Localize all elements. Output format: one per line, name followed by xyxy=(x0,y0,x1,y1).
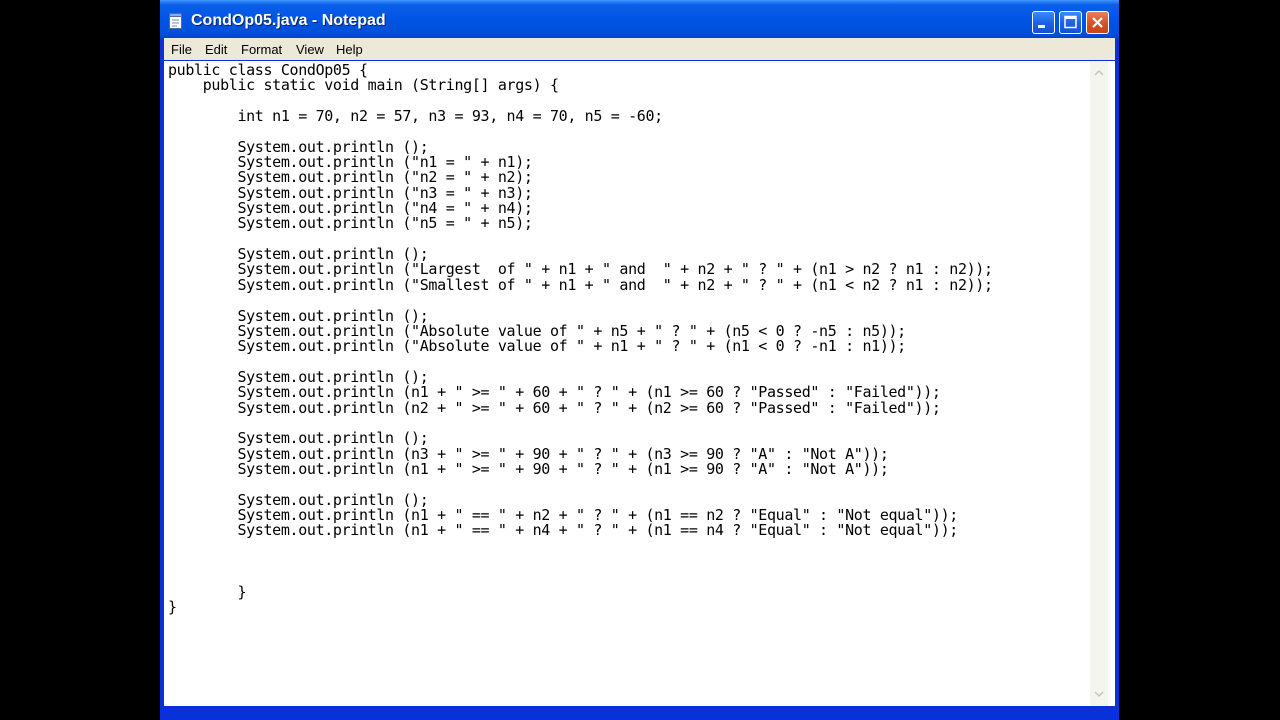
code-line[interactable]: System.out.println (n1 + " == " + n4 + "… xyxy=(168,522,993,538)
scroll-down-icon[interactable] xyxy=(1090,685,1108,702)
title-bar[interactable]: CondOp05.java - Notepad xyxy=(160,0,1119,40)
maximize-icon xyxy=(1064,15,1077,29)
code-text[interactable]: public class CondOp05 { public static vo… xyxy=(168,62,993,615)
text-editor[interactable]: public class CondOp05 { public static vo… xyxy=(164,61,1115,706)
menu-file[interactable]: File xyxy=(171,42,192,57)
code-line[interactable]: System.out.println ("Smallest of " + n1 … xyxy=(168,277,993,293)
menu-help[interactable]: Help xyxy=(336,42,363,57)
code-line[interactable]: } xyxy=(168,599,993,615)
code-line[interactable]: System.out.println (n2 + " >= " + 60 + "… xyxy=(168,400,993,416)
code-line[interactable] xyxy=(168,554,993,569)
code-line[interactable]: public static void main (String[] args) … xyxy=(168,77,993,93)
close-button[interactable] xyxy=(1086,11,1109,34)
code-line[interactable]: int n1 = 70, n2 = 57, n3 = 93, n4 = 70, … xyxy=(168,108,993,124)
window-title: CondOp05.java - Notepad xyxy=(191,12,386,29)
menu-format[interactable]: Format xyxy=(241,42,282,57)
code-line[interactable]: System.out.println ("Absolute value of "… xyxy=(168,338,993,354)
code-line[interactable]: } xyxy=(168,584,993,600)
maximize-button[interactable] xyxy=(1059,11,1082,34)
window-bottom-border xyxy=(160,706,1119,720)
menu-edit[interactable]: Edit xyxy=(205,42,227,57)
code-line[interactable] xyxy=(168,569,993,584)
code-line[interactable] xyxy=(168,539,993,554)
notepad-icon xyxy=(169,13,182,29)
code-line[interactable]: System.out.println ("n5 = " + n5); xyxy=(168,216,993,232)
minimize-icon xyxy=(1038,25,1045,28)
scroll-up-icon[interactable] xyxy=(1090,65,1108,82)
notepad-window: CondOp05.java - Notepad File Edit Format… xyxy=(160,0,1119,720)
menu-bar: File Edit Format View Help xyxy=(164,38,1115,60)
menu-view[interactable]: View xyxy=(296,42,324,57)
vertical-scrollbar[interactable] xyxy=(1090,61,1108,706)
minimize-button[interactable] xyxy=(1032,11,1055,34)
code-line[interactable]: System.out.println (n1 + " >= " + 90 + "… xyxy=(168,461,993,477)
close-icon xyxy=(1092,17,1103,28)
